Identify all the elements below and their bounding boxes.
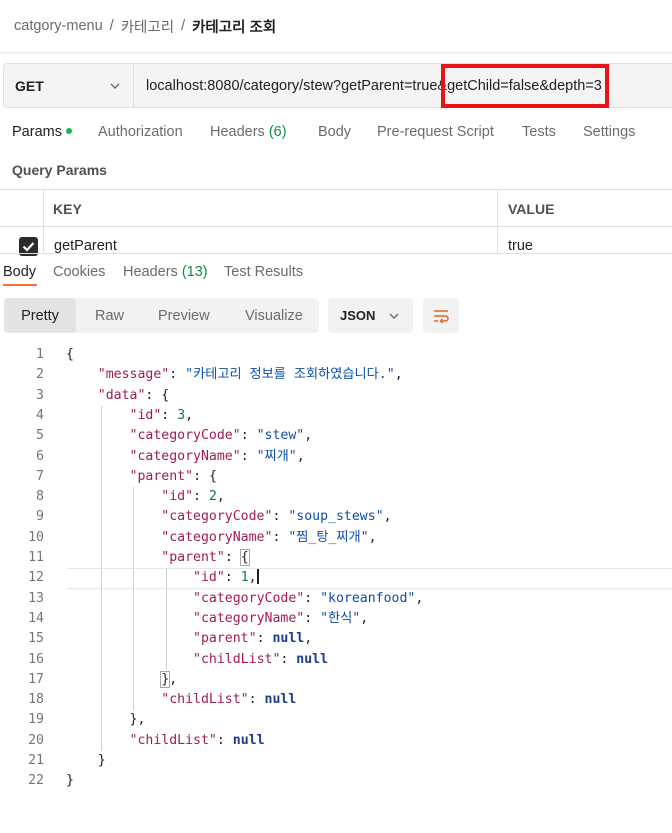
divider	[0, 52, 672, 53]
line-number: 4	[36, 407, 44, 423]
query-params-header: KEY VALUE	[0, 190, 672, 227]
code-line: 4 "id": 3,	[0, 406, 672, 426]
line-number: 3	[36, 387, 44, 403]
response-body-viewer[interactable]: 1 { 2 "message": "카테고리 정보를 조회하였습니다.", 3 …	[0, 345, 672, 795]
breadcrumb-collection[interactable]: catgory-menu	[14, 18, 103, 34]
code-line: 15 "parent": null,	[0, 629, 672, 649]
response-headers-count: (13)	[181, 264, 208, 280]
view-pretty-button[interactable]: Pretty	[4, 298, 76, 333]
tab-response-cookies[interactable]: Cookies	[53, 264, 105, 280]
line-number: 16	[28, 651, 44, 667]
line-number: 1	[36, 347, 44, 362]
code-line: 8 "id": 2,	[0, 487, 672, 507]
line-number: 15	[28, 631, 44, 647]
tab-headers[interactable]: Headers (6)	[210, 124, 287, 140]
line-number: 21	[28, 753, 44, 768]
tab-response-headers-label: Headers	[123, 264, 178, 280]
code-line: 18 "childList": null	[0, 690, 672, 710]
breadcrumb-folder[interactable]: 카테고리	[121, 16, 174, 37]
tab-response-body[interactable]: Body	[3, 264, 36, 280]
code-line: 11 "parent": {	[0, 548, 672, 568]
chevron-down-icon	[110, 83, 120, 89]
line-number: 13	[28, 590, 44, 606]
format-label: JSON	[340, 308, 376, 323]
breadcrumb-request[interactable]: 카테고리 조회	[192, 16, 276, 37]
column-value: VALUE	[508, 200, 555, 217]
column-key: KEY	[53, 200, 82, 217]
line-number: 14	[28, 610, 44, 626]
code-line: 3 "data": {	[0, 386, 672, 406]
query-params-title: Query Params	[12, 162, 107, 178]
view-raw-button[interactable]: Raw	[95, 298, 124, 333]
code-line: 2 "message": "카테고리 정보를 조회하였습니다.",	[0, 365, 672, 385]
line-number: 11	[28, 550, 44, 565]
params-active-dot	[65, 128, 72, 134]
code-line: 1 {	[0, 345, 672, 365]
tab-response-headers[interactable]: Headers (13)	[123, 264, 208, 280]
view-preview-button[interactable]: Preview	[158, 298, 210, 333]
line-number: 7	[36, 468, 44, 484]
breadcrumb-separator: /	[181, 18, 186, 34]
line-number: 17	[28, 671, 44, 687]
code-line: 12 "id": 1,	[0, 568, 672, 589]
wrap-lines-button[interactable]	[423, 298, 459, 333]
line-number: 12	[28, 570, 44, 586]
chevron-down-icon	[389, 313, 399, 319]
code-line: 16 "childList": null	[0, 650, 672, 670]
headers-count: (6)	[268, 124, 287, 140]
matched-bracket: {	[239, 549, 250, 566]
line-number: 2	[36, 367, 44, 383]
tab-authorization[interactable]: Authorization	[98, 124, 183, 140]
code-line: 5 "categoryCode": "stew",	[0, 426, 672, 446]
code-line: 19 },	[0, 710, 672, 730]
line-number: 8	[36, 489, 44, 505]
code-line: 14 "categoryName": "한식",	[0, 609, 672, 629]
code-line: 21 }	[0, 751, 672, 771]
line-number: 6	[36, 448, 44, 464]
tab-tests[interactable]: Tests	[522, 124, 556, 140]
tab-test-results[interactable]: Test Results	[224, 264, 303, 280]
method-label: GET	[15, 77, 44, 94]
line-number: 5	[36, 428, 44, 444]
code-line: 6 "categoryName": "찌개",	[0, 447, 672, 467]
wrap-lines-icon	[434, 309, 449, 324]
line-number: 22	[28, 773, 44, 789]
query-params-table: KEY VALUE getParent true	[0, 189, 672, 256]
format-select[interactable]: JSON	[328, 298, 413, 333]
line-number: 10	[28, 529, 44, 545]
param-key-input[interactable]: getParent	[54, 238, 117, 254]
line-number: 9	[36, 509, 44, 525]
tab-settings[interactable]: Settings	[583, 124, 635, 140]
line-number: 18	[28, 692, 44, 708]
response-tabs: Body Cookies Headers (13) Test Results	[0, 253, 672, 287]
code-line: 17 },	[0, 670, 672, 690]
code-line: 13 "categoryCode": "koreanfood",	[0, 589, 672, 609]
tab-params[interactable]: Params	[12, 124, 72, 140]
code-line: 9 "categoryCode": "soup_stews",	[0, 507, 672, 527]
url-text: localhost:8080/category/stew?getParent=t…	[146, 77, 602, 94]
param-value-input[interactable]: true	[508, 238, 533, 254]
view-visualize-button[interactable]: Visualize	[245, 298, 303, 333]
tab-headers-label: Headers	[210, 124, 265, 140]
breadcrumb-separator: /	[109, 18, 114, 34]
line-number: 19	[28, 712, 44, 728]
code-line: 22 }	[0, 771, 672, 791]
code-line: 20 "childList": null	[0, 731, 672, 751]
view-mode-toggle: Pretty Raw Preview Visualize	[4, 298, 319, 333]
tab-pre-request-script[interactable]: Pre-request Script	[377, 124, 494, 140]
breadcrumb: catgory-menu / 카테고리 / 카테고리 조회	[14, 14, 276, 38]
method-select[interactable]: GET	[3, 63, 133, 108]
tab-body[interactable]: Body	[318, 124, 351, 140]
table-row: getParent true	[0, 227, 672, 256]
active-tab-underline	[3, 284, 37, 286]
line-number: 20	[28, 732, 44, 748]
tab-params-label: Params	[12, 124, 62, 140]
code-line: 10 "categoryName": "찜_탕_찌개",	[0, 528, 672, 548]
text-cursor	[256, 569, 259, 585]
code-line: 7 "parent": {	[0, 467, 672, 487]
url-input[interactable]: localhost:8080/category/stew?getParent=t…	[133, 63, 672, 108]
